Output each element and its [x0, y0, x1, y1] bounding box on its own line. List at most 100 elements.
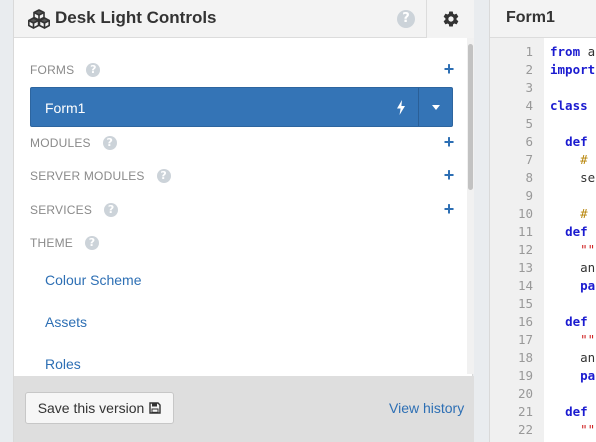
line-number: 12: [517, 242, 533, 257]
code-text[interactable]: an: [550, 259, 595, 277]
code-text[interactable]: pa: [550, 367, 595, 385]
code-line[interactable]: 20: [490, 385, 596, 403]
code-line[interactable]: 6 def: [490, 133, 596, 151]
code-text[interactable]: def: [550, 223, 588, 241]
gear-icon: [443, 11, 458, 27]
line-number: 3: [525, 80, 533, 95]
code-token: from: [550, 44, 581, 59]
section-server-modules-label: SERVER MODULES: [30, 169, 145, 183]
add-service-button[interactable]: +: [442, 200, 456, 219]
code-line[interactable]: 15: [490, 295, 596, 313]
code-token: import: [550, 62, 596, 77]
theme-item-assets[interactable]: Assets: [45, 314, 87, 330]
app-title: Desk Light Controls: [55, 8, 217, 27]
code-line[interactable]: 5: [490, 115, 596, 133]
code-line[interactable]: 19 pa: [490, 367, 596, 385]
code-text[interactable]: se: [550, 169, 595, 187]
question-circle-icon[interactable]: ?: [397, 10, 415, 28]
section-services-label: SERVICES: [30, 203, 93, 217]
code-token: #: [580, 152, 588, 167]
add-form-button[interactable]: +: [442, 60, 456, 79]
code-line[interactable]: 8 se: [490, 169, 596, 187]
line-number: 5: [525, 116, 533, 131]
app-browser-scrollbar[interactable]: [467, 38, 474, 374]
code-editor-panel: Form1 1 from a 2 import 3 4 class 5 6 def 7 #8 se…: [489, 0, 596, 442]
section-modules-label: MODULES: [30, 136, 91, 150]
line-number: 16: [517, 314, 533, 329]
code-text[interactable]: pa: [550, 277, 595, 295]
settings-button[interactable]: [426, 0, 474, 38]
code-token: def: [565, 134, 588, 149]
question-circle-icon[interactable]: ?: [102, 136, 117, 150]
code-text[interactable]: def: [550, 133, 588, 151]
code-text[interactable]: from a: [550, 43, 595, 61]
caret-down-icon: [431, 104, 440, 110]
code-text[interactable]: "": [550, 421, 595, 439]
code-line[interactable]: 2 import: [490, 61, 596, 79]
question-circle-icon[interactable]: ?: [85, 236, 99, 250]
line-number: 11: [517, 224, 533, 239]
code-line[interactable]: 10 #: [490, 205, 596, 223]
code-line[interactable]: 17 "": [490, 331, 596, 349]
line-number: 20: [517, 386, 533, 401]
scrollbar-thumb[interactable]: [468, 44, 473, 190]
question-circle-icon[interactable]: ?: [86, 63, 101, 77]
code-text[interactable]: #: [550, 205, 588, 223]
code-text[interactable]: #: [550, 151, 588, 169]
code-token: an: [550, 260, 596, 275]
save-version-button[interactable]: Save this version: [25, 392, 174, 424]
code-line[interactable]: 4 class: [490, 97, 596, 115]
code-line[interactable]: 12 "": [490, 241, 596, 259]
code-text[interactable]: def: [550, 403, 588, 421]
code-line[interactable]: 22 "": [490, 421, 596, 439]
line-number: 21: [517, 404, 533, 419]
code-line[interactable]: 14 pa: [490, 277, 596, 295]
code-line[interactable]: 9: [490, 187, 596, 205]
add-server-module-button[interactable]: +: [442, 166, 456, 185]
question-circle-icon[interactable]: ?: [104, 203, 119, 217]
code-line[interactable]: 13 an: [490, 259, 596, 277]
code-text[interactable]: class: [550, 97, 588, 115]
section-server-modules: SERVER MODULES ? +: [30, 166, 456, 185]
line-number: 19: [517, 368, 533, 383]
line-number: 4: [525, 98, 533, 113]
code-line[interactable]: 1 from a: [490, 43, 596, 61]
code-token: "": [580, 332, 596, 347]
form-options-button[interactable]: [418, 88, 452, 126]
theme-item-colour-scheme[interactable]: Colour Scheme: [45, 272, 142, 288]
code-token: se: [550, 170, 596, 185]
code-text[interactable]: "": [550, 331, 595, 349]
code-line[interactable]: 18 an: [490, 349, 596, 367]
code-token: a: [580, 44, 596, 59]
save-version-label: Save this version: [37, 400, 145, 416]
theme-item-roles[interactable]: Roles: [45, 356, 81, 372]
section-forms: FORMS ? +: [30, 60, 456, 79]
code-text[interactable]: "": [550, 241, 595, 259]
editor-title: Form1: [506, 9, 555, 26]
bolt-icon[interactable]: [396, 100, 406, 115]
form-item-form1[interactable]: Form1: [30, 87, 453, 127]
app-browser-footer: Save this version View history: [14, 376, 474, 442]
code-line[interactable]: 11 def: [490, 223, 596, 241]
code-token: class: [550, 98, 588, 113]
code-text[interactable]: an: [550, 349, 595, 367]
code-token: def: [565, 224, 588, 239]
code-line[interactable]: 7 #: [490, 151, 596, 169]
code-token: def: [565, 404, 588, 419]
add-module-button[interactable]: +: [442, 133, 456, 152]
code-text[interactable]: def: [550, 313, 588, 331]
code-line[interactable]: 21 def: [490, 403, 596, 421]
code-text[interactable]: import: [550, 61, 595, 79]
question-circle-icon[interactable]: ?: [156, 169, 171, 183]
view-history-link[interactable]: View history: [389, 400, 464, 416]
form-item-label: Form1: [45, 100, 86, 116]
code-line[interactable]: 3: [490, 79, 596, 97]
code-line[interactable]: 16 def: [490, 313, 596, 331]
section-theme-label: THEME: [30, 236, 73, 250]
line-number: 14: [517, 278, 533, 293]
